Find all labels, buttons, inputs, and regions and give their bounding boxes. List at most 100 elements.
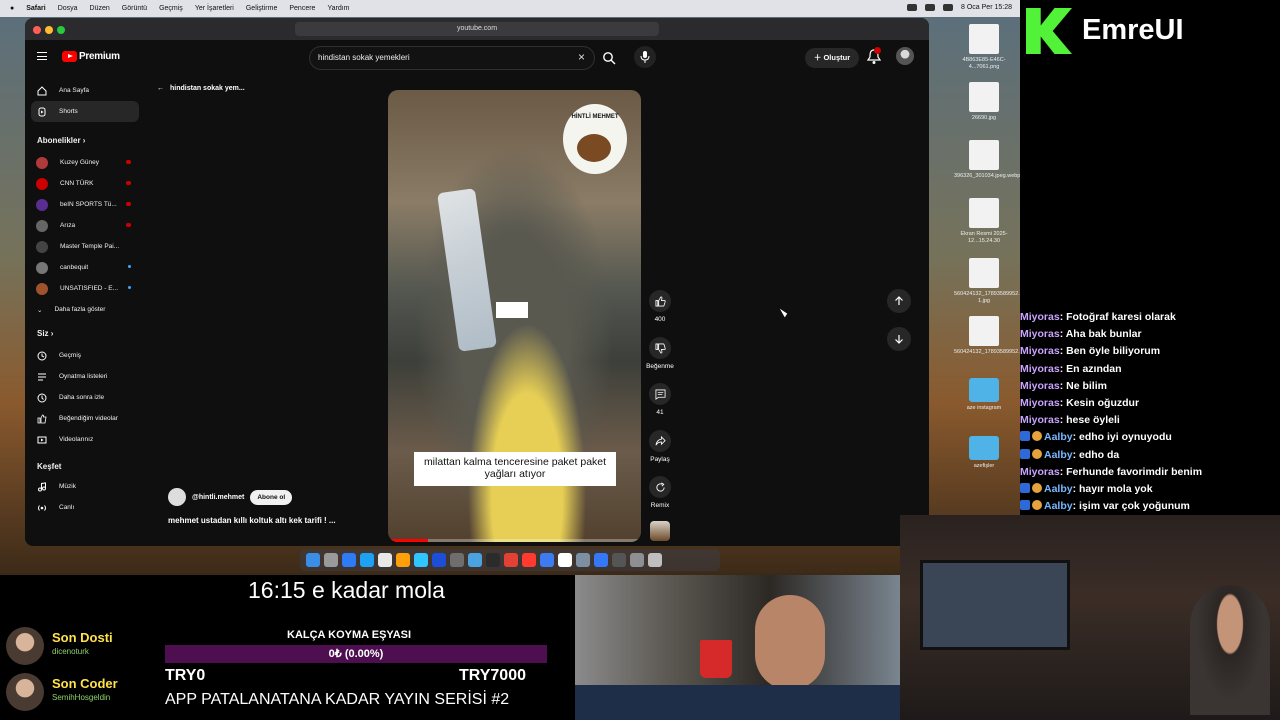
dock-app-icon[interactable]: [450, 553, 464, 567]
search-input[interactable]: hindistan sokak yemekleri: [318, 53, 410, 62]
menu-window[interactable]: Pencere: [289, 5, 315, 12]
subscriptions-heading[interactable]: Abonelikler ›: [37, 136, 85, 145]
voice-search-button[interactable]: [634, 46, 656, 68]
search-button[interactable]: [595, 46, 623, 70]
menu-history[interactable]: Geçmiş: [159, 5, 183, 12]
sidebar-item-clock[interactable]: Daha sonra izle: [31, 387, 139, 408]
dock-app-icon[interactable]: [486, 553, 500, 567]
create-button[interactable]: ＋ Oluştur: [805, 48, 859, 68]
dock-app-icon[interactable]: [540, 553, 554, 567]
dock-app-icon[interactable]: [576, 553, 590, 567]
share-action[interactable]: Paylaş: [645, 430, 675, 463]
like-action[interactable]: 400: [645, 290, 675, 323]
short-title[interactable]: mehmet ustadan kıllı koltuk altı kek tar…: [168, 516, 383, 525]
dock-app-icon[interactable]: [396, 553, 410, 567]
dock-app-icon[interactable]: [522, 553, 536, 567]
dock-app-icon[interactable]: [342, 553, 356, 567]
desktop-file[interactable]: Ekran Resmi 2025-12...15.24.30: [954, 198, 1014, 244]
dock-app-icon[interactable]: [378, 553, 392, 567]
menu-develop[interactable]: Geliştirme: [246, 5, 278, 12]
sidebar-subscription[interactable]: canbequit: [31, 257, 139, 278]
desktop-file[interactable]: 26690.jpg: [954, 82, 1014, 122]
account-avatar[interactable]: [896, 47, 914, 65]
dock-app-icon[interactable]: [414, 553, 428, 567]
sidebar-item-video[interactable]: Videolarınız: [31, 429, 139, 450]
dock-app-icon[interactable]: [648, 553, 662, 567]
comments-action[interactable]: 41: [645, 383, 675, 416]
desktop-file[interactable]: 560424132_17893589952...5_n-1.jpg: [954, 258, 1034, 304]
youtube-brand[interactable]: Premium: [79, 51, 120, 62]
menu-help[interactable]: Yardım: [327, 5, 349, 12]
desktop-file[interactable]: 4B863E85-E46C-4...7061.png: [954, 24, 1014, 70]
clear-search-icon[interactable]: ×: [578, 50, 585, 64]
menu-edit[interactable]: Düzen: [90, 5, 110, 12]
desktop-file[interactable]: 396326_301034.jpeg.webp: [954, 140, 1020, 180]
menu-safari[interactable]: Safari: [26, 5, 45, 12]
chat-username[interactable]: Aalby: [1044, 500, 1073, 512]
remix-action[interactable]: Remix: [645, 476, 675, 509]
desktop-file[interactable]: azefişler: [954, 436, 1014, 470]
dock-app-icon[interactable]: [594, 553, 608, 567]
chat-username[interactable]: Miyoras: [1020, 363, 1060, 375]
sound-thumbnail[interactable]: [650, 521, 670, 541]
dock-app-icon[interactable]: [468, 553, 482, 567]
you-heading[interactable]: Siz ›: [37, 329, 53, 338]
close-window-button[interactable]: [33, 26, 41, 34]
next-short-button[interactable]: [887, 327, 911, 351]
channel-avatar[interactable]: [168, 488, 186, 506]
dock-app-icon[interactable]: [630, 553, 644, 567]
show-more-button[interactable]: ⌄ Daha fazla göster: [31, 299, 139, 320]
desktop-file[interactable]: 560424132_17893589952...65_n.jpg: [954, 316, 1044, 356]
sidebar-subscription[interactable]: Master Temple Pai...: [31, 236, 139, 257]
sidebar-item-history[interactable]: Geçmiş: [31, 345, 139, 366]
back-to-search[interactable]: ← hindistan sokak yem...: [157, 85, 245, 92]
subscribe-button[interactable]: Abone ol: [250, 489, 293, 505]
chat-username[interactable]: Aalby: [1044, 431, 1073, 443]
dock-app-icon[interactable]: [558, 553, 572, 567]
dock-app-icon[interactable]: [360, 553, 374, 567]
previous-short-button[interactable]: [887, 289, 911, 313]
search-box[interactable]: hindistan sokak yemekleri ×: [309, 46, 595, 70]
chat-username[interactable]: Aalby: [1044, 449, 1073, 461]
chat-username[interactable]: Miyoras: [1020, 380, 1060, 392]
sidebar-subscription[interactable]: UNSATISFIED - E...: [31, 278, 139, 299]
sidebar-subscription[interactable]: Arıza: [31, 215, 139, 236]
dock-app-icon[interactable]: [504, 553, 518, 567]
address-bar[interactable]: youtube.com: [295, 22, 659, 36]
chat-username[interactable]: Miyoras: [1020, 397, 1060, 409]
sidebar-subscription[interactable]: beIN SPORTS Tü...: [31, 194, 139, 215]
short-video-player[interactable]: HİNTLİ MEHMET milattan kalma tenceresine…: [388, 90, 641, 542]
youtube-logo-icon[interactable]: [62, 51, 77, 62]
video-progress-bar[interactable]: [388, 539, 641, 542]
dock-app-icon[interactable]: [306, 553, 320, 567]
dock-app-icon[interactable]: [324, 553, 338, 567]
menu-icon[interactable]: [37, 52, 47, 60]
sidebar-subscription[interactable]: Kuzey Güney: [31, 152, 139, 173]
minimize-window-button[interactable]: [45, 26, 53, 34]
sidebar-item-home[interactable]: Ana Sayfa: [31, 80, 139, 101]
chat-username[interactable]: Miyoras: [1020, 328, 1060, 340]
zoom-window-button[interactable]: [57, 26, 65, 34]
chat-username[interactable]: Aalby: [1044, 483, 1073, 495]
desktop-file[interactable]: aze instagram: [954, 378, 1014, 412]
battery-icon[interactable]: [943, 4, 954, 11]
chat-username[interactable]: Miyoras: [1020, 414, 1060, 426]
status-icon[interactable]: [907, 4, 918, 11]
sidebar-item-shorts[interactable]: Shorts: [31, 101, 139, 122]
menu-view[interactable]: Görüntü: [122, 5, 147, 12]
menu-bookmarks[interactable]: Yer İşaretleri: [195, 5, 234, 12]
wifi-icon[interactable]: [925, 4, 936, 11]
menu-file[interactable]: Dosya: [58, 5, 78, 12]
channel-handle[interactable]: @hintli.mehmet: [192, 494, 244, 501]
sidebar-item-thumbs-up[interactable]: Beğendiğim videolar: [31, 408, 139, 429]
sidebar-item-music[interactable]: Müzik: [31, 476, 139, 497]
menubar-clock[interactable]: 8 Oca Per 15:28: [961, 4, 1012, 11]
dock-app-icon[interactable]: [432, 553, 446, 567]
sidebar-item-live[interactable]: Canlı: [31, 497, 139, 518]
chat-username[interactable]: Miyoras: [1020, 466, 1060, 478]
chat-username[interactable]: Miyoras: [1020, 345, 1060, 357]
sidebar-subscription[interactable]: CNN TÜRK: [31, 173, 139, 194]
sidebar-item-playlist[interactable]: Oynatma listeleri: [31, 366, 139, 387]
apple-icon[interactable]: ●: [10, 5, 14, 12]
dock-app-icon[interactable]: [612, 553, 626, 567]
